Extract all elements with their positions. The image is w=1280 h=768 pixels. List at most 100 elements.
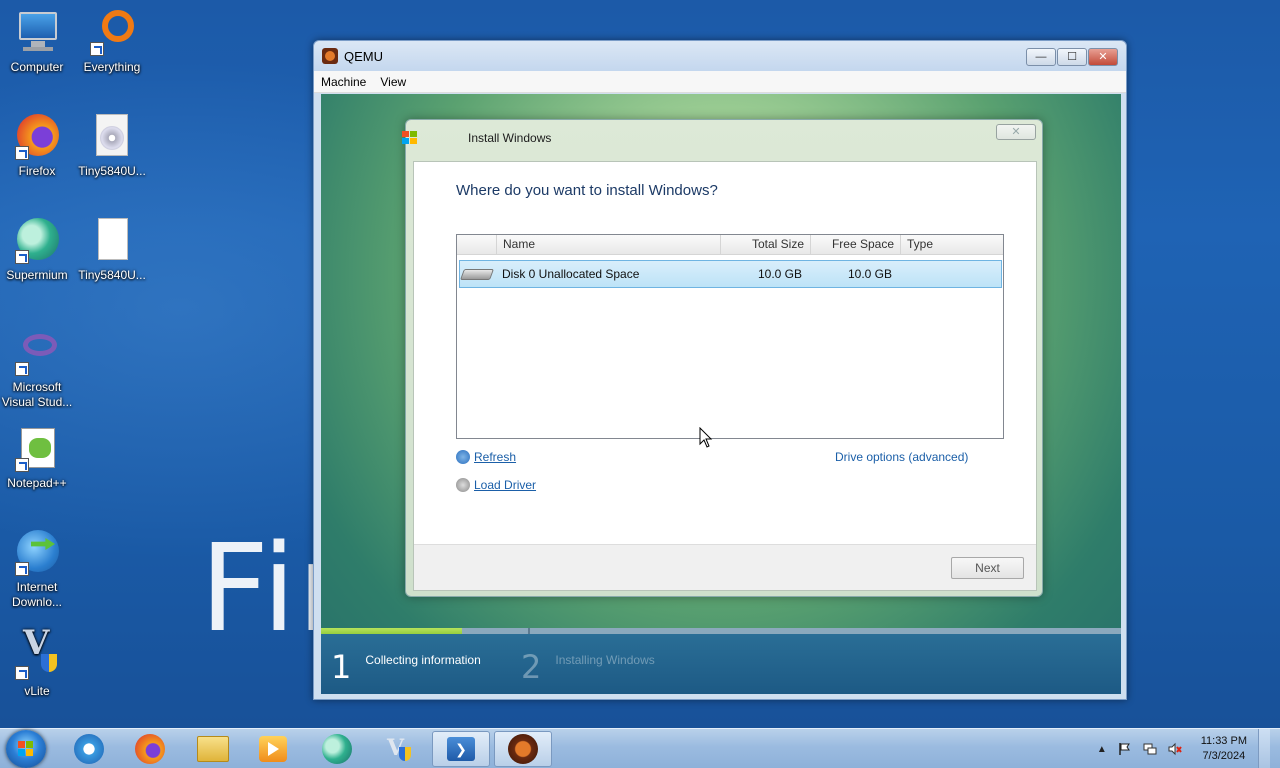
column-header-free-space[interactable]: Free Space (811, 235, 901, 254)
menu-machine[interactable]: Machine (321, 75, 366, 89)
disk-free-space: 10.0 GB (847, 267, 892, 281)
desktop-icon-notepad-plus-plus[interactable]: Notepad++ (0, 424, 78, 491)
vlite-icon: V (385, 735, 413, 763)
action-center-flag-icon[interactable] (1118, 742, 1132, 756)
powershell-icon: ❯ (447, 737, 475, 761)
next-button[interactable]: Next (951, 557, 1024, 579)
system-clock[interactable]: 11:33 PM 7/3/2024 (1201, 734, 1247, 764)
supermium-icon (13, 216, 61, 264)
qemu-logo-icon (322, 48, 338, 64)
taskbar-supermium[interactable] (308, 731, 366, 767)
menu-view[interactable]: View (380, 75, 406, 89)
taskbar-qemu[interactable] (494, 731, 552, 767)
table-row[interactable]: Disk 0 Unallocated Space 10.0 GB 10.0 GB (459, 260, 1002, 288)
internet-download-manager-icon (13, 528, 61, 576)
start-button[interactable] (6, 730, 46, 768)
refresh-label: Refresh (474, 450, 517, 464)
close-button[interactable]: ✕ (1088, 48, 1118, 66)
visual-studio-icon (13, 328, 61, 376)
dialog-title: Install Windows (468, 131, 552, 145)
desktop-icon-label: Computer (10, 60, 64, 74)
qemu-icon (508, 734, 538, 764)
disk-total-size: 10.0 GB (757, 267, 802, 281)
clock-date: 7/3/2024 (1202, 750, 1246, 762)
step-number: 2 (521, 648, 542, 686)
maximize-button[interactable]: ☐ (1057, 48, 1087, 66)
column-header-icon (457, 235, 497, 254)
windows-start-icon (18, 741, 34, 757)
supermium-icon (322, 734, 352, 764)
desktop-icon-supermium[interactable]: Supermium (0, 216, 78, 283)
column-header-name[interactable]: Name (497, 235, 721, 254)
desktop-icon-label: Tiny5840U... (78, 164, 146, 178)
column-header-total-size[interactable]: Total Size (721, 235, 811, 254)
windows-flag-icon (402, 131, 418, 145)
desktop-icon-idm[interactable]: Internet Downlo... (0, 528, 78, 610)
desktop-icon-tiny-file[interactable]: Tiny5840U... (71, 216, 153, 283)
internet-explorer-icon (74, 734, 104, 764)
desktop-icon-visual-studio[interactable]: Microsoft Visual Stud... (0, 328, 78, 410)
desktop-icon-label: Microsoft Visual Stud... (1, 380, 73, 409)
taskbar-file-explorer[interactable] (184, 731, 242, 767)
desktop-icon-computer[interactable]: Computer (0, 8, 78, 75)
dialog-close-button[interactable]: ✕ (996, 124, 1036, 140)
desktop-icon-vlite[interactable]: V vLite (0, 626, 78, 699)
table-header: Name Total Size Free Space Type (457, 235, 1003, 255)
refresh-link[interactable]: Refresh (456, 450, 516, 464)
document-icon (88, 216, 136, 264)
desktop-icon-label: Notepad++ (7, 476, 67, 490)
desktop-icon-label: Tiny5840U... (78, 268, 146, 282)
taskbar-powershell[interactable]: ❯ (432, 731, 490, 767)
taskbar-internet-explorer[interactable] (60, 731, 118, 767)
disk-name: Disk 0 Unallocated Space (502, 267, 640, 281)
qemu-window[interactable]: QEMU — ☐ ✕ Machine View Install Windows … (313, 40, 1127, 700)
dialog-content: Where do you want to install Windows? Na… (413, 161, 1037, 591)
firefox-icon (13, 112, 61, 160)
qemu-titlebar[interactable]: QEMU — ☐ ✕ (314, 41, 1126, 71)
taskbar-media-player[interactable] (244, 731, 302, 767)
desktop-icon-tiny-iso[interactable]: Tiny5840U... (71, 112, 153, 179)
dialog-titlebar: Install Windows ✕ (402, 120, 1042, 156)
taskbar-vlite[interactable]: V (370, 731, 428, 767)
mouse-cursor-icon (699, 426, 713, 449)
firefox-icon (135, 734, 165, 764)
step-label: Installing Windows (555, 653, 655, 667)
desktop-icon-firefox[interactable]: Firefox (0, 112, 78, 179)
desktop-icon-label: Supermium (6, 268, 68, 282)
disc-image-icon (88, 112, 136, 160)
show-hidden-icons-icon[interactable]: ▲ (1097, 744, 1107, 755)
step-label: Collecting information (365, 653, 481, 667)
desktop-icon-label: Firefox (18, 164, 56, 178)
media-player-icon (259, 736, 287, 762)
taskbar-firefox[interactable] (121, 731, 179, 767)
column-header-type[interactable]: Type (901, 235, 1003, 254)
desktop-icon-label: Internet Downlo... (11, 580, 63, 609)
desktop-icon-everything[interactable]: Everything (71, 8, 153, 75)
install-windows-dialog[interactable]: Install Windows ✕ Where do you want to i… (402, 119, 1043, 597)
dialog-footer: Next (414, 544, 1036, 590)
show-desktop-button[interactable] (1258, 729, 1270, 768)
step-number: 1 (331, 648, 352, 686)
system-tray: ▲ 11:33 PM 7/3/2024 (1097, 729, 1280, 768)
network-icon[interactable] (1143, 742, 1157, 756)
clock-time: 11:33 PM (1200, 735, 1247, 747)
minimize-button[interactable]: — (1026, 48, 1056, 66)
computer-icon (13, 8, 61, 56)
drive-options-link[interactable]: Drive options (advanced) (835, 450, 968, 464)
disk-table[interactable]: Name Total Size Free Space Type Disk 0 U… (456, 234, 1004, 439)
hard-disk-icon (459, 266, 495, 282)
desktop-icon-label: Everything (83, 60, 141, 74)
everything-icon (88, 8, 136, 56)
notepad-plus-plus-icon (13, 424, 61, 472)
drive-options-label: Drive options (advanced) (835, 450, 969, 464)
setup-step-2: 2 Installing Windows (521, 650, 655, 684)
refresh-icon (456, 450, 470, 464)
guest-screen[interactable]: Install Windows ✕ Where do you want to i… (321, 94, 1121, 694)
volume-muted-icon[interactable] (1168, 742, 1182, 756)
vlite-icon: V (13, 626, 61, 680)
cd-icon (456, 478, 470, 492)
load-driver-link[interactable]: Load Driver (456, 478, 536, 492)
desktop-icon-label: vLite (24, 684, 50, 698)
qemu-menubar: Machine View (314, 71, 1126, 93)
page-heading: Where do you want to install Windows? (456, 182, 718, 199)
